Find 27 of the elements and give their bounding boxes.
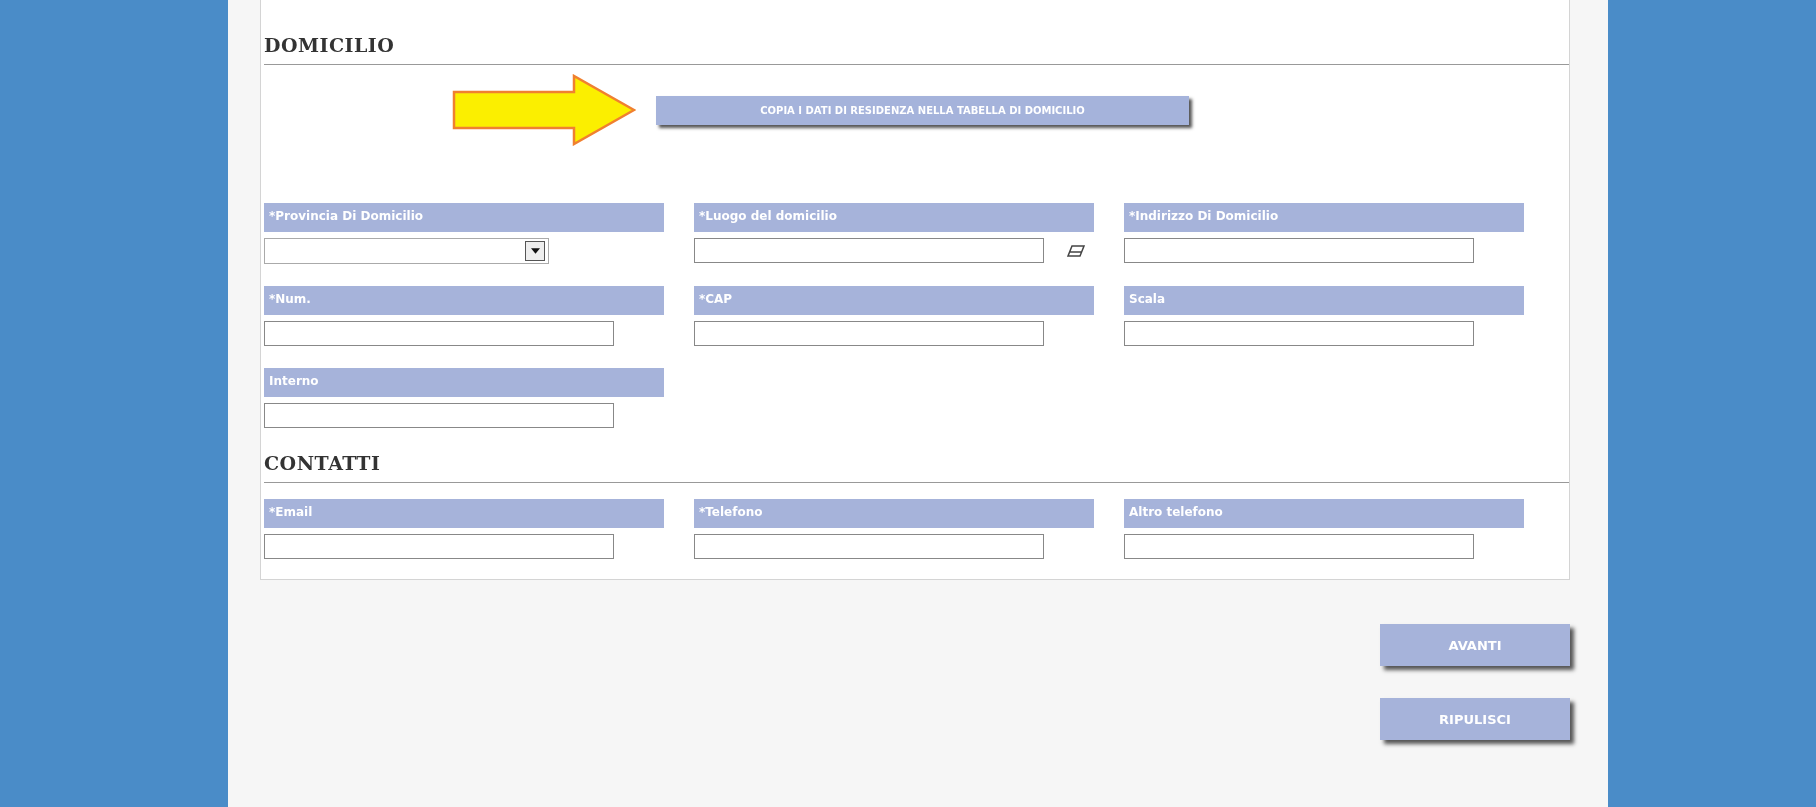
eraser-icon[interactable]: [1066, 243, 1086, 258]
clear-button[interactable]: RIPULISCI: [1380, 698, 1570, 740]
dropdown-icon[interactable]: [525, 241, 545, 261]
input-field[interactable]: [264, 534, 614, 559]
field-label: *Email: [264, 499, 664, 528]
copy-residence-button[interactable]: COPIA I DATI DI RESIDENZA NELLA TABELLA DI DOMICILIO: [656, 95, 1189, 125]
section-heading: DOMICILIO: [264, 33, 396, 58]
field-label: *Telefono: [694, 499, 1094, 528]
field-label: *CAP: [694, 286, 1094, 315]
field-label: Interno: [264, 368, 664, 397]
section-heading: CONTATTI: [264, 451, 382, 476]
input-field[interactable]: [264, 403, 614, 428]
next-button[interactable]: AVANTI: [1380, 624, 1570, 666]
field-label: Altro telefono: [1124, 499, 1524, 528]
input-field[interactable]: [694, 321, 1044, 346]
input-field[interactable]: [694, 238, 1044, 263]
input-field[interactable]: [1124, 534, 1474, 559]
field-label: *Indirizzo Di Domicilio: [1124, 203, 1524, 232]
arrow-icon: [452, 74, 636, 146]
field-label: *Luogo del domicilio: [694, 203, 1094, 232]
input-field[interactable]: [1124, 321, 1474, 346]
field-label: *Num.: [264, 286, 664, 315]
input-field[interactable]: [694, 534, 1044, 559]
field-label: Scala: [1124, 286, 1524, 315]
field-label: *Provincia Di Domicilio: [264, 203, 664, 232]
input-field[interactable]: [1124, 238, 1474, 263]
input-field[interactable]: [264, 321, 614, 346]
